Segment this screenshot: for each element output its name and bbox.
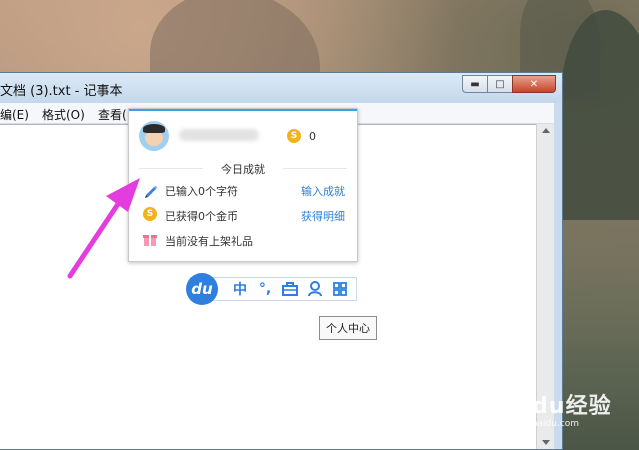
row-characters: 已输入0个字符 输入成就: [143, 181, 345, 199]
tooltip-user-center: 个人中心: [319, 316, 377, 340]
input-achievement-link[interactable]: 输入成就: [301, 183, 345, 199]
mountain-shape: [560, 10, 639, 220]
coin-details-link[interactable]: 获得明细: [301, 208, 345, 224]
pencil-icon: [143, 182, 159, 201]
scroll-down-icon[interactable]: [542, 440, 550, 445]
achievement-popup: S 0 今日成就 已输入0个字符 输入成就 S 已获得0个金币 获得明细 当前没…: [128, 108, 358, 262]
watermark-url: jingyan.baidu.com: [496, 419, 580, 429]
avatar-hair: [143, 124, 165, 133]
avatar[interactable]: [139, 121, 169, 151]
coin-icon: S: [287, 129, 301, 143]
scroll-up-icon[interactable]: [542, 128, 550, 133]
grid-icon[interactable]: [329, 280, 351, 298]
coin-icon: S: [143, 207, 157, 221]
coin-count: 0: [309, 130, 316, 143]
gift-icon: [143, 232, 157, 249]
popup-header: S 0: [129, 109, 357, 161]
window-title: 文档 (3).txt - 记事本: [0, 84, 123, 99]
ime-toolbar-bar: 中 °,: [212, 277, 357, 301]
row-gifts: 当前没有上架礼品: [143, 231, 345, 249]
ime-toolbar: 中 °, du: [186, 273, 357, 305]
row-coins: S 已获得0个金币 获得明细: [143, 206, 345, 224]
watermark-brand: Baidu经验: [490, 394, 612, 419]
window-controls: ▬ □ ✕: [462, 75, 556, 93]
section-title: 今日成就: [129, 161, 357, 177]
row-text: 当前没有上架礼品: [165, 235, 253, 248]
punctuation-button[interactable]: °,: [254, 280, 276, 298]
maximize-button[interactable]: □: [487, 75, 513, 93]
menu-view[interactable]: 查看(: [98, 106, 127, 123]
minimize-button[interactable]: ▬: [462, 75, 488, 93]
menu-edit[interactable]: 编(E): [0, 106, 29, 123]
close-button[interactable]: ✕: [512, 75, 556, 93]
row-text: 已输入0个字符: [165, 185, 238, 198]
pink-arrow-icon: [67, 178, 140, 279]
baidu-ime-logo[interactable]: du: [186, 273, 218, 305]
baidu-jingyan-watermark: Baidu经验 jingyan.baidu.com: [490, 388, 630, 438]
chinese-mode-button[interactable]: 中: [229, 280, 251, 298]
row-text: 已获得0个金币: [165, 210, 238, 223]
user-icon[interactable]: [304, 280, 326, 298]
menu-format[interactable]: 格式(O): [42, 106, 85, 123]
username-blurred: [179, 129, 259, 141]
title-bar[interactable]: 文档 (3).txt - 记事本 ▬ □ ✕: [0, 73, 562, 103]
toolbox-icon[interactable]: [279, 280, 301, 298]
